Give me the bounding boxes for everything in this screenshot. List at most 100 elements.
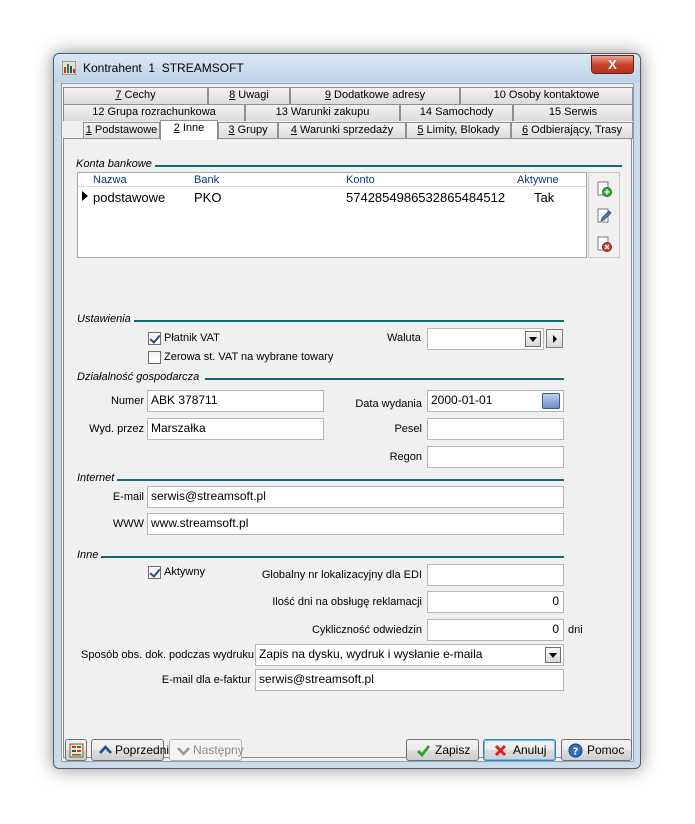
pesel-label: Pesel [394, 423, 422, 435]
column-header-bank[interactable]: Bank [194, 173, 219, 187]
gln-label: Globalny nr lokalizacyjny dla EDI [261, 569, 422, 581]
group-line-bank [144, 165, 622, 167]
zero-vat-checkbox[interactable] [148, 351, 161, 364]
issue-date-field[interactable]: 2000-01-01 [427, 390, 564, 412]
edit-icon[interactable] [596, 208, 612, 224]
tab-row-2: 12 Grupa rozrachunkowa 13 Warunki zakupu… [63, 104, 633, 121]
cell-bank[interactable]: PKO [194, 190, 221, 206]
tab-panel-inne: Konta bankowe Nazwa Bank Konto Aktywne p… [63, 138, 632, 758]
doc-handling-select[interactable]: Zapis na dysku, wydruk i wysłanie e-mail… [255, 644, 564, 666]
visit-frequency-field[interactable]: 0 [427, 619, 564, 641]
tab-podstawowe[interactable]: 1 Podstawowe [83, 122, 160, 139]
number-field[interactable]: ABK 378711 [147, 390, 324, 412]
tab-inne[interactable]: 2 Inne [160, 120, 218, 140]
cancel-x-icon [494, 744, 507, 757]
help-icon: ? [568, 743, 583, 758]
tab-uwagi[interactable]: 8 Uwagi [208, 87, 290, 104]
close-icon: X [608, 57, 617, 72]
email-field[interactable]: serwis@streamsoft.pl [147, 486, 564, 508]
regon-field[interactable] [427, 446, 564, 468]
group-line-internet [117, 479, 564, 481]
group-label-other: Inne [77, 549, 102, 561]
number-label: Numer [110, 395, 144, 407]
currency-select[interactable] [427, 328, 544, 350]
www-label: WWW [112, 518, 144, 530]
vat-payer-label: Płatnik VAT [164, 332, 220, 344]
report-button[interactable] [65, 739, 87, 761]
tab-cechy[interactable]: 7 Cechy [63, 87, 208, 104]
client-area: 7 Cechy 8 Uwagi 9 Dodatkowe adresy 10 Os… [61, 83, 634, 762]
group-label-business: Działalność gospodarcza [77, 371, 203, 383]
current-row-marker-icon [82, 191, 88, 201]
group-label-internet: Internet [77, 472, 118, 484]
group-line-business [205, 378, 564, 380]
tab-samochody[interactable]: 14 Samochody [400, 104, 513, 121]
tab-dodatkowe-adresy[interactable]: 9 Dodatkowe adresy [290, 87, 460, 104]
tab-grupy[interactable]: 3 Grupy [218, 122, 278, 139]
einvoice-email-field[interactable]: serwis@streamsoft.pl [255, 669, 564, 691]
group-line-settings [134, 320, 564, 322]
tab-limity-blokady[interactable]: 5 Limity, Blokady [406, 122, 511, 139]
cell-account[interactable]: 5742854986532865484512 [346, 190, 505, 206]
column-header-active[interactable]: Aktywne [517, 173, 559, 187]
column-header-name[interactable]: Nazwa [93, 173, 127, 187]
visit-frequency-unit: dni [568, 624, 583, 636]
complaint-days-field[interactable]: 0 [427, 591, 564, 613]
tab-warunki-sprzedazy[interactable]: 4 Warunki sprzedaży [278, 122, 406, 139]
chevron-up-icon [99, 745, 112, 754]
bank-grid-toolbar [588, 172, 620, 258]
vat-payer-checkbox[interactable] [148, 332, 161, 345]
tab-warunki-zakupu[interactable]: 13 Warunki zakupu [245, 104, 400, 121]
bank-accounts-grid[interactable]: Nazwa Bank Konto Aktywne podstawowe PKO … [77, 172, 587, 258]
chevron-down-icon[interactable] [525, 331, 541, 347]
tab-osoby-kontaktowe[interactable]: 10 Osoby kontaktowe [460, 87, 633, 104]
currency-more-button[interactable] [546, 329, 563, 348]
save-button[interactable]: Zapisz [406, 739, 479, 761]
group-label-settings: Ustawienia [77, 313, 134, 325]
issued-by-field[interactable]: Marszałka [147, 418, 324, 440]
close-button[interactable]: X [591, 55, 634, 74]
calendar-icon[interactable] [542, 393, 560, 409]
tab-row-1: 7 Cechy 8 Uwagi 9 Dodatkowe adresy 10 Os… [63, 87, 633, 104]
regon-label: Regon [389, 451, 422, 463]
email-label: E-mail [112, 491, 144, 503]
grid-header: Nazwa Bank Konto Aktywne [78, 173, 586, 187]
gln-field[interactable] [427, 564, 564, 586]
visit-frequency-label: Cykliczność odwiedzin [311, 624, 422, 636]
tab-serwis[interactable]: 15 Serwis [513, 104, 633, 121]
checkmark-icon [417, 745, 431, 758]
www-field[interactable]: www.streamsoft.pl [147, 513, 564, 535]
chevron-down-icon[interactable] [545, 647, 561, 663]
doc-handling-label: Sposób obs. dok. podczas wydruku [81, 649, 255, 661]
svg-text:?: ? [573, 747, 579, 758]
contractor-window: Kontrahent 1 STREAMSOFT X 7 Cechy 8 Uwag… [53, 53, 641, 769]
issue-date-label: Data wydania [355, 398, 422, 410]
tab-grupa-rozrachunkowa[interactable]: 12 Grupa rozrachunkowa [63, 104, 245, 121]
einvoice-email-label: E-mail dla e-faktur [161, 674, 251, 686]
report-icon [69, 743, 84, 758]
cell-active[interactable]: Tak [534, 190, 554, 206]
add-icon[interactable] [596, 181, 612, 197]
pesel-field[interactable] [427, 418, 564, 440]
previous-button[interactable]: Poprzedni [91, 739, 169, 761]
title-bar[interactable]: Kontrahent 1 STREAMSOFT X [54, 54, 640, 82]
app-icon [62, 61, 76, 75]
column-header-account[interactable]: Konto [346, 173, 375, 187]
active-checkbox[interactable] [148, 566, 161, 579]
help-button[interactable]: ? Pomoc [561, 739, 632, 761]
chevron-down-icon [177, 747, 190, 756]
zero-vat-label: Zerowa st. VAT na wybrane towary [164, 351, 334, 363]
tab-odbierajacy-trasy[interactable]: 6 Odbierający, Trasy [511, 122, 633, 139]
delete-icon[interactable] [596, 236, 612, 252]
group-line-other [100, 556, 564, 558]
group-label-bank: Konta bankowe [76, 158, 155, 170]
next-button[interactable]: Następny [169, 739, 244, 761]
cancel-button[interactable]: Anuluj [483, 739, 556, 761]
active-label: Aktywny [164, 566, 205, 578]
window-title: Kontrahent 1 STREAMSOFT [83, 61, 244, 75]
issued-by-label: Wyd. przez [89, 423, 144, 435]
tab-row-3: 1 Podstawowe 2 Inne 3 Grupy 4 Warunki sp… [63, 120, 633, 140]
cell-name[interactable]: podstawowe [93, 190, 165, 206]
complaint-days-label: Ilość dni na obsługę reklamacji [272, 596, 422, 608]
currency-label: Waluta [387, 332, 421, 344]
